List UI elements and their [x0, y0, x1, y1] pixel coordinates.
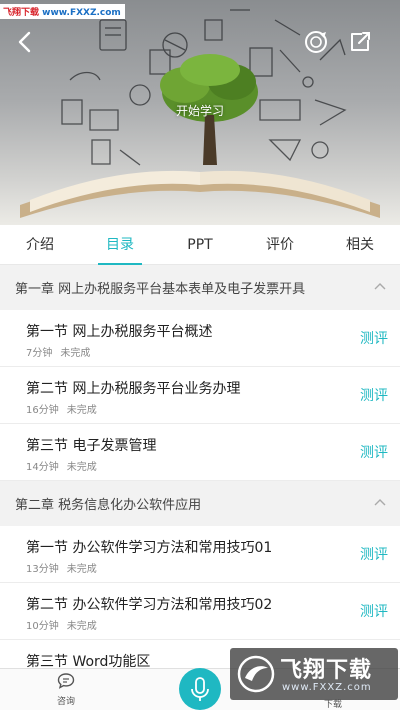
lesson-duration: 14分钟: [26, 462, 59, 473]
watermark-name: 飞翔下载: [280, 658, 373, 683]
chapter-title: 第一章 网上办税服务平台基本表单及电子发票开具: [15, 282, 306, 297]
chat-bubble-icon: [57, 673, 75, 689]
lesson-item[interactable]: 第三节 电子发票管理 14分钟 未完成 测评: [0, 424, 400, 481]
watermark-brand: 飞翔下载: [3, 8, 40, 18]
evaluate-button[interactable]: 测评: [360, 385, 388, 405]
favorite-icon[interactable]: [302, 28, 330, 56]
course-cover: 飞翔下载 www.FXXZ.com 开始学习: [0, 0, 400, 225]
lesson-title: 第二节 办公软件学习方法和常用技巧02: [26, 597, 273, 613]
tab-related[interactable]: 相关: [320, 225, 400, 264]
lesson-meta: 10分钟 未完成: [26, 617, 97, 632]
chapter-header[interactable]: 第一章 网上办税服务平台基本表单及电子发票开具: [0, 265, 400, 310]
tab-ppt[interactable]: PPT: [160, 225, 240, 264]
lesson-item[interactable]: 第一节 办公软件学习方法和常用技巧01 13分钟 未完成 测评: [0, 526, 400, 583]
voice-button[interactable]: [179, 668, 221, 710]
lesson-duration: 10分钟: [26, 621, 59, 632]
watermark-banner: 飞翔下载 www.FXXZ.com: [230, 648, 398, 700]
lesson-status: 未完成: [66, 462, 97, 473]
tab-intro[interactable]: 介绍: [0, 225, 80, 264]
lesson-item[interactable]: 第一节 网上办税服务平台概述 7分钟 未完成 测评: [0, 310, 400, 367]
evaluate-button[interactable]: 测评: [360, 442, 388, 462]
back-icon[interactable]: [12, 28, 40, 56]
chevron-up-icon[interactable]: [374, 498, 386, 506]
evaluate-button[interactable]: 测评: [360, 328, 388, 348]
chapter-header[interactable]: 第二章 税务信息化办公软件应用: [0, 481, 400, 526]
lesson-duration: 13分钟: [26, 564, 59, 575]
lesson-meta: 13分钟 未完成: [26, 560, 97, 575]
watermark-url: www.FXXZ.com: [282, 682, 372, 693]
lesson-status: 未完成: [66, 564, 97, 575]
lesson-item[interactable]: 第二节 网上办税服务平台业务办理 16分钟 未完成 测评: [0, 367, 400, 424]
tab-catalog[interactable]: 目录: [80, 225, 160, 265]
tab-reviews[interactable]: 评价: [240, 225, 320, 264]
lesson-title: 第一节 网上办税服务平台概述: [26, 324, 213, 340]
evaluate-button[interactable]: 测评: [360, 601, 388, 621]
share-icon[interactable]: [346, 28, 374, 56]
chapter-title: 第二章 税务信息化办公软件应用: [15, 498, 202, 513]
consult-label: 咨询: [56, 697, 75, 707]
lesson-status: 未完成: [66, 405, 97, 416]
lesson-item[interactable]: 第二节 办公软件学习方法和常用技巧02 10分钟 未完成 测评: [0, 583, 400, 640]
course-tabs: 介绍 目录 PPT 评价 相关: [0, 225, 400, 265]
lesson-duration: 7分钟: [26, 348, 53, 359]
start-learning-button[interactable]: 开始学习: [160, 102, 240, 119]
lesson-meta: 14分钟 未完成: [26, 458, 97, 473]
lesson-title: 第三节 电子发票管理: [26, 438, 157, 454]
lesson-status: 未完成: [66, 621, 97, 632]
lesson-meta: 16分钟 未完成: [26, 401, 97, 416]
lesson-meta: 7分钟 未完成: [26, 344, 90, 359]
microphone-icon: [191, 677, 209, 701]
lesson-status: 未完成: [60, 348, 91, 359]
lesson-title: 第二节 网上办税服务平台业务办理: [26, 381, 241, 397]
watermark-logo-icon: [237, 655, 275, 693]
chevron-up-icon[interactable]: [374, 282, 386, 290]
consult-button[interactable]: 咨询: [50, 673, 82, 707]
watermark-badge: 飞翔下载 www.FXXZ.com: [0, 4, 125, 19]
watermark-url: www.FXXZ.com: [42, 8, 121, 18]
lesson-title: 第一节 办公软件学习方法和常用技巧01: [26, 540, 273, 556]
catalog-list: 第一章 网上办税服务平台基本表单及电子发票开具 第一节 网上办税服务平台概述 7…: [0, 265, 400, 697]
lesson-duration: 16分钟: [26, 405, 59, 416]
evaluate-button[interactable]: 测评: [360, 544, 388, 564]
